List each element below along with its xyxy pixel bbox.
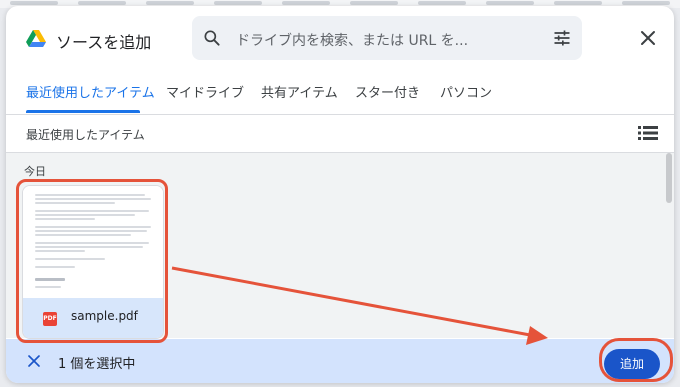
file-thumbnail — [23, 186, 163, 298]
list-view-icon[interactable] — [638, 124, 658, 142]
tab-bar: 最近使用したアイテム マイドライブ 共有アイテム スター付き パソコン — [6, 70, 674, 115]
date-group-label: 今日 — [24, 165, 46, 178]
dialog-title: ソースを追加 — [56, 33, 152, 52]
tab-shared[interactable]: 共有アイテム — [261, 82, 338, 101]
file-card[interactable]: PDF sample.pdf — [22, 185, 164, 339]
pdf-file-icon: PDF — [43, 312, 57, 326]
search-options-icon[interactable] — [552, 28, 572, 48]
scrollbar[interactable] — [664, 153, 674, 338]
dialog-header: ソースを追加 ドライブ内を検索、または URL を... — [6, 6, 674, 68]
file-grid: 今日 PDF sample.pdf — [6, 153, 674, 339]
tab-starred[interactable]: スター付き — [355, 82, 420, 101]
section-title: 最近使用したアイテム — [26, 128, 145, 142]
active-tab-indicator — [26, 110, 140, 113]
section-bar: 最近使用したアイテム — [6, 114, 674, 153]
tab-recent[interactable]: 最近使用したアイテム — [26, 82, 155, 101]
google-drive-logo-icon — [26, 30, 46, 47]
tab-my-drive[interactable]: マイドライブ — [166, 82, 244, 101]
scrollbar-thumb[interactable] — [666, 153, 672, 203]
close-icon[interactable] — [636, 26, 660, 50]
selection-bar: 1 個を選択中 追加 — [6, 339, 674, 383]
search-box[interactable]: ドライブ内を検索、または URL を... — [192, 16, 582, 60]
selection-count: 1 個を選択中 — [58, 357, 136, 372]
tab-computers[interactable]: パソコン — [440, 82, 492, 101]
add-source-dialog: ソースを追加 ドライブ内を検索、または URL を... 最近使用したアイテム … — [6, 6, 674, 383]
add-button-highlight-annotation — [599, 338, 673, 382]
search-input[interactable]: ドライブ内を検索、または URL を... — [236, 30, 468, 50]
file-name: sample.pdf — [71, 309, 138, 323]
search-icon — [204, 30, 220, 46]
file-footer: PDF sample.pdf — [23, 298, 163, 338]
clear-selection-icon[interactable] — [24, 351, 44, 371]
